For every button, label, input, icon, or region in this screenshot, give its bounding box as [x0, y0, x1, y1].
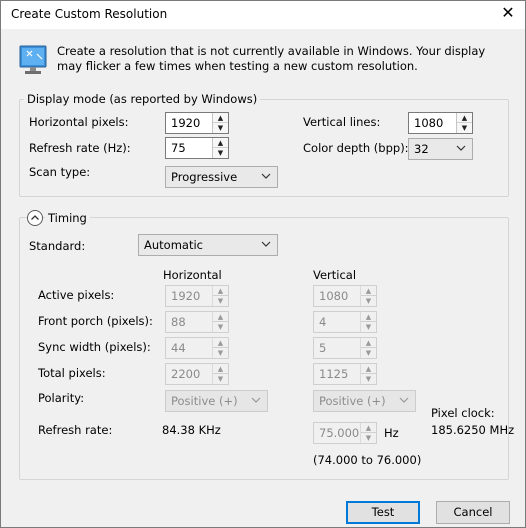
- spin-down-icon[interactable]: ▼: [213, 123, 228, 133]
- refresh-range: (74.000 to 76.000): [313, 453, 422, 467]
- spin-up-icon[interactable]: ▲: [457, 113, 472, 123]
- spin-down-icon: ▼: [361, 296, 376, 306]
- vertical-lines-label: Vertical lines:: [303, 115, 381, 129]
- horizontal-pixels-label: Horizontal pixels:: [29, 115, 129, 129]
- active-pixels-h-stepper: 1920 ▲ ▼: [165, 285, 229, 307]
- front-porch-v-stepper: 4 ▲ ▼: [313, 311, 377, 333]
- vertical-lines-value: 1080: [414, 116, 444, 130]
- refresh-unit: Hz: [384, 426, 399, 440]
- total-pixels-label: Total pixels:: [38, 366, 106, 380]
- color-depth-label: Color depth (bpp):: [303, 141, 409, 155]
- test-button[interactable]: Test: [346, 501, 420, 524]
- title-bar: Create Custom Resolution ✕: [1, 1, 525, 29]
- polarity-label: Polarity:: [38, 391, 85, 405]
- timing-refresh-rate-label: Refresh rate:: [38, 423, 113, 437]
- sync-width-h-stepper: 44 ▲ ▼: [165, 337, 229, 359]
- horizontal-pixels-stepper[interactable]: 1920 ▲ ▼: [165, 112, 229, 134]
- total-pixels-v-stepper: 1125 ▲ ▼: [313, 363, 377, 385]
- spin-down-icon: ▼: [213, 374, 228, 384]
- scan-type-select[interactable]: Progressive: [165, 166, 278, 188]
- spin-up-icon: ▲: [361, 364, 376, 374]
- front-porch-h-value: 88: [171, 315, 186, 329]
- total-pixels-v-value: 1125: [319, 367, 349, 381]
- active-pixels-h-value: 1920: [171, 289, 201, 303]
- cancel-button[interactable]: Cancel: [436, 501, 510, 524]
- spin-down-icon: ▼: [361, 374, 376, 384]
- sync-width-v-stepper: 5 ▲ ▼: [313, 337, 377, 359]
- spin-up-icon: ▲: [213, 286, 228, 296]
- col-vertical-header: Vertical: [313, 268, 357, 282]
- col-horizontal-header: Horizontal: [163, 268, 222, 282]
- chevron-down-icon: [399, 397, 409, 403]
- total-pixels-h-value: 2200: [171, 367, 201, 381]
- collapse-timing-icon[interactable]: [27, 210, 43, 226]
- spin-up-icon[interactable]: ▲: [213, 113, 228, 123]
- scan-type-label: Scan type:: [29, 165, 91, 179]
- close-icon[interactable]: ✕: [500, 4, 516, 22]
- spin-down-icon[interactable]: ▼: [457, 123, 472, 133]
- spin-up-icon: ▲: [361, 338, 376, 348]
- standard-label: Standard:: [29, 239, 86, 253]
- refresh-rate-label: Refresh rate (Hz):: [29, 141, 131, 155]
- active-pixels-label: Active pixels:: [38, 288, 115, 302]
- spin-down-icon: ▼: [361, 433, 376, 443]
- monitor-icon: [19, 45, 47, 74]
- sync-width-h-value: 44: [171, 341, 186, 355]
- standard-value: Automatic: [144, 238, 203, 252]
- polarity-v-select: Positive (+): [313, 390, 416, 412]
- refresh-rate-value: 75: [171, 141, 186, 155]
- refresh-rate-stepper[interactable]: 75 ▲ ▼: [165, 137, 229, 159]
- chevron-down-icon: [456, 145, 466, 151]
- horizontal-refresh-value: 84.38 KHz: [162, 423, 221, 437]
- spin-down-icon[interactable]: ▼: [213, 148, 228, 158]
- window-title: Create Custom Resolution: [11, 7, 168, 21]
- active-pixels-v-value: 1080: [319, 289, 349, 303]
- front-porch-v-value: 4: [319, 315, 327, 329]
- spin-up-icon: ▲: [361, 312, 376, 322]
- spin-up-icon: ▲: [213, 364, 228, 374]
- display-mode-legend: Display mode (as reported by Windows): [24, 92, 261, 106]
- chevron-down-icon: [261, 173, 271, 179]
- spin-up-icon: ▲: [361, 423, 376, 433]
- horizontal-pixels-value: 1920: [171, 116, 201, 130]
- spin-down-icon: ▼: [213, 348, 228, 358]
- description-text: Create a resolution that is not currentl…: [57, 44, 486, 73]
- total-pixels-h-stepper: 2200 ▲ ▼: [165, 363, 229, 385]
- dialog-window: Create Custom Resolution ✕ Create a reso…: [0, 0, 526, 528]
- polarity-h-value: Positive (+): [171, 394, 238, 408]
- spin-down-icon: ▼: [213, 296, 228, 306]
- vertical-refresh-stepper: 75.000 ▲ ▼: [313, 422, 377, 444]
- chevron-down-icon: [251, 397, 261, 403]
- pixel-clock-label: Pixel clock:: [431, 406, 495, 420]
- vertical-refresh-value: 75.000: [319, 426, 360, 440]
- polarity-v-value: Positive (+): [319, 394, 386, 408]
- sync-width-v-value: 5: [319, 341, 327, 355]
- spin-up-icon[interactable]: ▲: [213, 138, 228, 148]
- standard-select[interactable]: Automatic: [138, 234, 278, 256]
- front-porch-h-stepper: 88 ▲ ▼: [165, 311, 229, 333]
- spin-up-icon: ▲: [361, 286, 376, 296]
- spin-up-icon: ▲: [213, 338, 228, 348]
- chevron-down-icon: [261, 241, 271, 247]
- timing-legend: Timing: [45, 211, 90, 225]
- color-depth-value: 32: [414, 142, 429, 156]
- spin-down-icon: ▼: [213, 322, 228, 332]
- color-depth-select[interactable]: 32: [408, 138, 473, 160]
- active-pixels-v-stepper: 1080 ▲ ▼: [313, 285, 377, 307]
- pixel-clock-value: 185.6250 MHz: [431, 423, 515, 437]
- vertical-lines-stepper[interactable]: 1080 ▲ ▼: [408, 112, 473, 134]
- polarity-h-select: Positive (+): [165, 390, 268, 412]
- sync-width-label: Sync width (pixels):: [38, 340, 151, 354]
- front-porch-label: Front porch (pixels):: [38, 314, 153, 328]
- spin-down-icon: ▼: [361, 322, 376, 332]
- spin-down-icon: ▼: [361, 348, 376, 358]
- spin-up-icon: ▲: [213, 312, 228, 322]
- scan-type-value: Progressive: [171, 170, 238, 184]
